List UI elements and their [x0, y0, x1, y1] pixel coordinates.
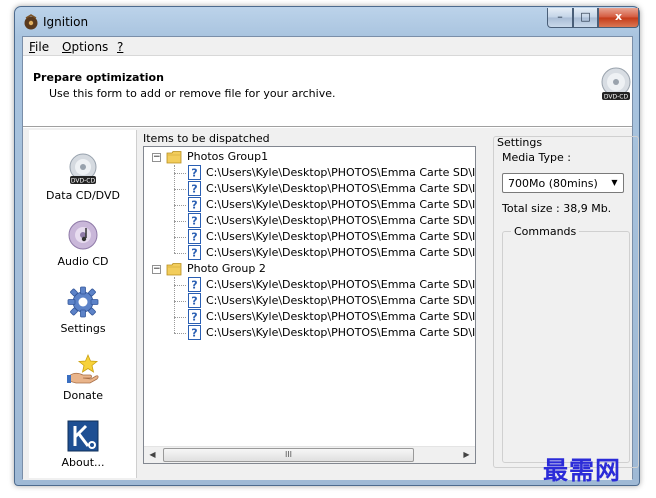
close-button[interactable]: x — [598, 8, 639, 28]
tree-group-name: Photos Group1 — [187, 150, 269, 163]
tree-connector — [174, 317, 186, 318]
tree-connector — [174, 333, 186, 334]
tree-connector — [174, 165, 175, 253]
sidebar-item-label: Audio CD — [57, 255, 109, 268]
audio-cd-icon — [68, 220, 98, 250]
svg-text:?: ? — [191, 327, 197, 340]
settings-panel: Settings Media Type : 700Mo (80mins) ▼ T… — [493, 136, 639, 468]
tree-connector — [174, 301, 186, 302]
page-header: Prepare optimization Use this form to ad… — [23, 57, 632, 127]
tree-connector — [174, 205, 186, 206]
media-type-select[interactable]: 700Mo (80mins) ▼ — [502, 173, 624, 193]
svg-text:?: ? — [191, 311, 197, 324]
watermark-text: 最需网 — [543, 456, 622, 485]
application-window: Ignition – □ x File Options ? Prepare op… — [14, 6, 640, 486]
sidebar-item-label: Data CD/DVD — [46, 189, 120, 202]
menu-options[interactable]: Options — [62, 40, 108, 54]
sidebar-item-settings[interactable]: Settings — [29, 285, 137, 345]
tree-file-path: C:\Users\Kyle\Desktop\PHOTOS\Emma Carte … — [206, 278, 476, 291]
sidebar-item-about[interactable]: About... — [29, 419, 137, 479]
dvd-cd-icon: DVD-CD — [69, 153, 97, 185]
svg-text:?: ? — [191, 215, 197, 228]
svg-text:?: ? — [191, 167, 197, 180]
media-type-label: Media Type : — [502, 151, 572, 164]
ignition-app-icon — [24, 14, 38, 30]
tree-connector — [174, 237, 186, 238]
menu-help[interactable]: ? — [117, 40, 123, 54]
sidebar-item-data-cd-dvd[interactable]: DVD-CD Data CD/DVD — [29, 152, 137, 212]
minimize-button[interactable]: – — [547, 8, 573, 28]
svg-text:?: ? — [191, 183, 197, 196]
svg-text:DVD-CD: DVD-CD — [71, 178, 96, 185]
sidebar-item-label: About... — [61, 456, 105, 469]
tree-connector — [174, 253, 186, 254]
window-title: Ignition — [43, 15, 89, 29]
about-k-icon — [67, 420, 99, 452]
tree-connector — [174, 189, 186, 190]
svg-text:?: ? — [191, 231, 197, 244]
menu-bar: File Options ? — [23, 37, 632, 56]
svg-text:?: ? — [191, 199, 197, 212]
tree-file-path: C:\Users\Kyle\Desktop\PHOTOS\Emma Carte … — [206, 246, 476, 259]
settings-label: Settings — [497, 136, 543, 149]
tree-file-path: C:\Users\Kyle\Desktop\PHOTOS\Emma Carte … — [206, 294, 476, 307]
scroll-right-arrow-icon[interactable]: ▶ — [458, 447, 475, 463]
unknown-file-icon: ? — [188, 245, 201, 263]
tree-file-path: C:\Users\Kyle\Desktop\PHOTOS\Emma Carte … — [206, 310, 476, 323]
tree-file-path: C:\Users\Kyle\Desktop\PHOTOS\Emma Carte … — [206, 182, 476, 195]
menu-file[interactable]: File — [29, 40, 49, 54]
tree-file-path: C:\Users\Kyle\Desktop\PHOTOS\Emma Carte … — [206, 214, 476, 227]
tree-connector — [174, 221, 186, 222]
chevron-down-icon: ▼ — [611, 178, 618, 187]
sidebar-item-audio-cd[interactable]: Audio CD — [29, 218, 137, 278]
items-group-label: Items to be dispatched — [143, 132, 270, 145]
commands-group: Commands — [502, 225, 630, 463]
page-subtitle: Use this form to add or remove file for … — [49, 87, 336, 100]
sidebar: DVD-CD Data CD/DVD Audio CD Settings Don… — [29, 130, 137, 478]
tree-group-name: Photo Group 2 — [187, 262, 266, 275]
media-type-value: 700Mo (80mins) — [508, 177, 598, 190]
horizontal-scrollbar[interactable]: ◀ III ▶ — [144, 446, 475, 463]
tree-file-path: C:\Users\Kyle\Desktop\PHOTOS\Emma Carte … — [206, 326, 476, 339]
gear-icon — [67, 286, 99, 318]
total-size: Total size : 38,9 Mb. — [502, 202, 612, 215]
svg-text:?: ? — [191, 279, 197, 292]
tree-connector — [174, 285, 186, 286]
sidebar-item-label: Settings — [60, 322, 106, 335]
svg-text:?: ? — [191, 247, 197, 260]
sidebar-item-donate[interactable]: Donate — [29, 352, 137, 412]
dvd-cd-icon: DVD-CD — [601, 67, 631, 101]
scroll-left-arrow-icon[interactable]: ◀ — [144, 447, 161, 463]
donate-hand-icon — [67, 353, 99, 384]
maximize-button[interactable]: □ — [573, 8, 598, 28]
svg-text:?: ? — [191, 295, 197, 308]
tree-file-path: C:\Users\Kyle\Desktop\PHOTOS\Emma Carte … — [206, 166, 476, 179]
tree-connector — [174, 173, 186, 174]
collapse-icon[interactable]: − — [152, 265, 161, 274]
scroll-thumb[interactable]: III — [163, 448, 414, 462]
title-bar[interactable]: Ignition – □ x — [15, 7, 639, 35]
dvd-cd-badge-text: DVD-CD — [604, 94, 629, 101]
collapse-icon[interactable]: − — [152, 153, 161, 162]
commands-label: Commands — [511, 225, 580, 238]
unknown-file-icon: ? — [188, 325, 201, 343]
tree-file-path: C:\Users\Kyle\Desktop\PHOTOS\Emma Carte … — [206, 230, 476, 243]
items-tree[interactable]: − Photos Group1? C:\Users\Kyle\Desktop\PHO… — [143, 146, 476, 464]
sidebar-item-label: Donate — [63, 389, 103, 402]
window-client-area: File Options ? Prepare optimization Use … — [22, 36, 639, 480]
main-body: DVD-CD Data CD/DVD Audio CD Settings Don… — [23, 128, 639, 480]
tree-file-path: C:\Users\Kyle\Desktop\PHOTOS\Emma Carte … — [206, 198, 476, 211]
page-title: Prepare optimization — [33, 71, 164, 84]
